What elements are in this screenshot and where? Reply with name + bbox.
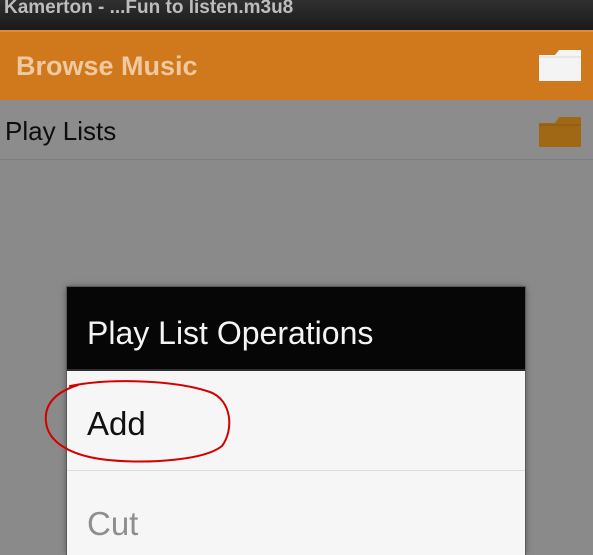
play-list-operations-dialog: Play List Operations Add Cut — [66, 286, 526, 555]
menu-item-add[interactable]: Add — [67, 371, 525, 471]
menu-item-label: Add — [87, 405, 146, 442]
list-item-label: Play Lists — [5, 116, 117, 146]
title-bar: Kamerton - ...Fun to listen.m3u8 — [0, 0, 593, 30]
browse-music-header: Browse Music — [0, 30, 593, 100]
menu-item-cut[interactable]: Cut — [67, 471, 525, 555]
menu-item-label: Cut — [87, 505, 139, 542]
list-item-play-lists[interactable]: Play Lists — [0, 100, 593, 160]
app-title: Kamerton - ...Fun to listen.m3u8 — [4, 0, 294, 18]
folder-icon — [537, 113, 583, 154]
dialog-title-bar: Play List Operations — [67, 287, 525, 371]
header-title: Browse Music — [16, 51, 198, 81]
dialog-title: Play List Operations — [87, 315, 374, 351]
folder-icon[interactable] — [537, 47, 583, 88]
